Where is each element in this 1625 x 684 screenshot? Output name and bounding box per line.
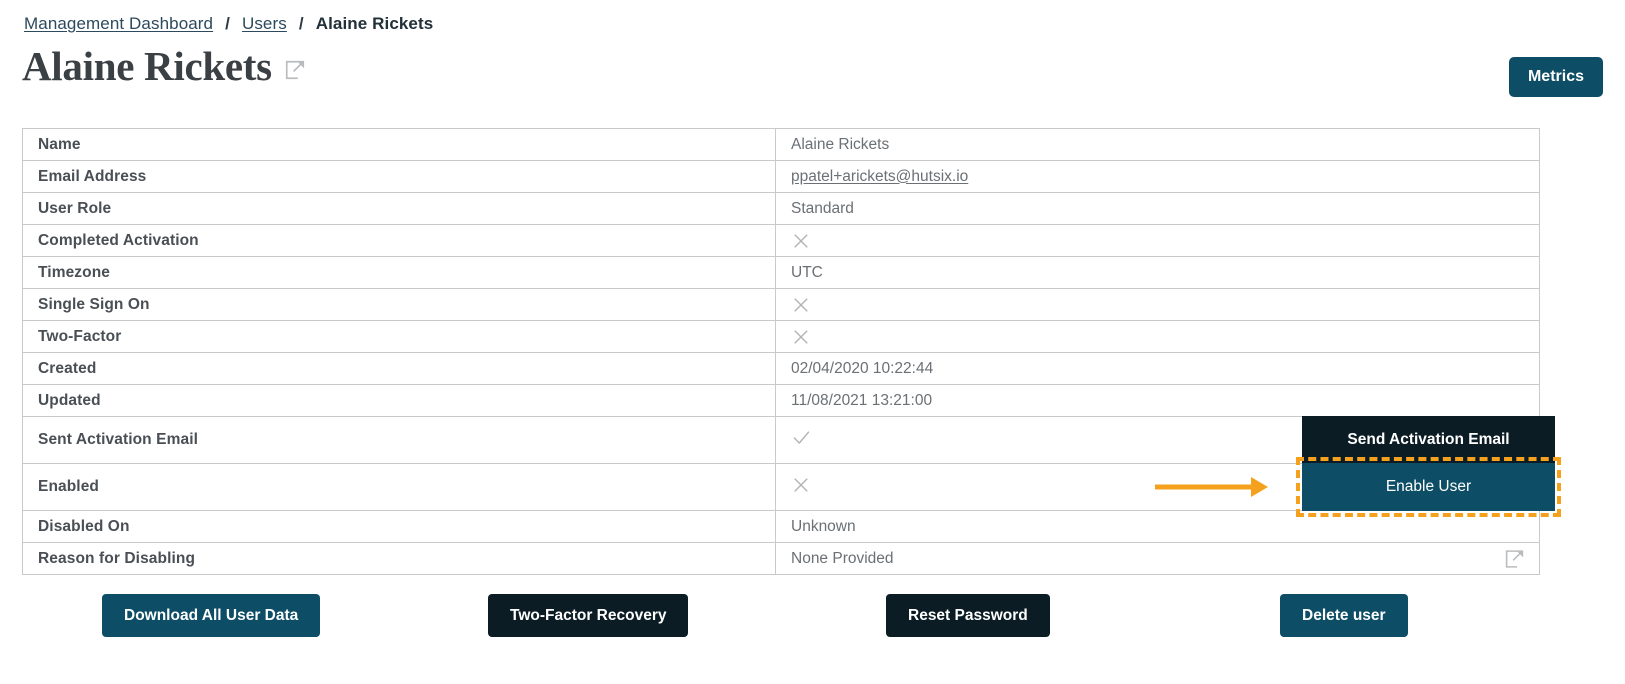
table-row-value: ppatel+arickets@hutsix.io (775, 160, 1540, 193)
user-info-table-body: Name Alaine Rickets Email Address ppatel+ar… (22, 128, 1561, 575)
right-arrow-annotation (1155, 474, 1275, 500)
enable-user-button[interactable]: Enable User (1302, 463, 1555, 511)
table-row-label: Two-Factor (22, 320, 776, 353)
value-text: 02/04/2020 10:22:44 (791, 359, 934, 377)
table-row-value: Enable User (775, 457, 1561, 517)
value-text: UTC (791, 263, 823, 281)
table-row-value: Alaine Rickets (775, 128, 1540, 161)
metrics-button[interactable]: Metrics (1508, 57, 1603, 97)
table-row: Name Alaine Rickets (22, 128, 1540, 161)
user-detail-page: Management Dashboard / Users / Alaine Ricket… (0, 0, 1625, 684)
table-row-label: User Role (22, 192, 776, 225)
table-row: Created 02/04/2020 10:22:44 (22, 352, 1540, 385)
table-row-label: Email Address (22, 160, 776, 193)
table-row-label: Enabled (22, 463, 776, 511)
footer-button-download-all-user-data[interactable]: Download All User Data (102, 594, 321, 637)
footer-button-two-factor-recovery[interactable]: Two-Factor Recovery (488, 594, 689, 637)
table-row-label: Name (22, 128, 776, 161)
table-row-value: Standard (775, 192, 1540, 225)
breadcrumb-item-management-dashboard[interactable]: Management Dashboard (24, 14, 213, 33)
table-row: Single Sign On (22, 288, 1540, 321)
table-row-label: Created (22, 352, 776, 385)
table-row-value (775, 288, 1540, 321)
table-row-label: Completed Activation (22, 224, 776, 257)
value-text: None Provided (791, 549, 894, 567)
value-text: 11/08/2021 13:21:00 (791, 391, 933, 409)
table-row-label: Single Sign On (22, 288, 776, 321)
edit-pencil-icon[interactable] (1504, 548, 1525, 569)
footer-button-reset-password[interactable]: Reset Password (886, 594, 1050, 637)
table-row: Two-Factor (22, 320, 1540, 353)
page-title-row: Alaine Rickets (22, 43, 306, 89)
table-row: Enabled Enable User (22, 457, 1561, 517)
table-row-value: None Provided (775, 542, 1540, 575)
table-row: Updated 11/08/2021 13:21:00 (22, 384, 1540, 417)
table-row-value (775, 224, 1540, 257)
table-row-value: UTC (775, 256, 1540, 289)
breadcrumb: Management Dashboard / Users / Alaine Ricket… (24, 14, 433, 34)
table-row-label: Timezone (22, 256, 776, 289)
check-icon (791, 428, 1041, 453)
cross-icon (791, 231, 811, 251)
page-title: Alaine Rickets (22, 43, 272, 89)
breadcrumb-separator: / (298, 14, 304, 33)
breadcrumb-item-users[interactable]: Users (242, 14, 287, 33)
table-row-value: 11/08/2021 13:21:00 (775, 384, 1540, 417)
table-row-label: Reason for Disabling (22, 542, 776, 575)
table-row: Timezone UTC (22, 256, 1540, 289)
table-row-label: Sent Activation Email (22, 416, 776, 464)
table-row: Disabled On Unknown (22, 510, 1540, 543)
table-row-value: 02/04/2020 10:22:44 (775, 352, 1540, 385)
table-row: User Role Standard (22, 192, 1540, 225)
table-row: Sent Activation Email Send Activation Ema… (22, 416, 1555, 464)
cross-icon (791, 475, 1041, 500)
table-row-value: Send Activation Email (775, 416, 1555, 464)
table-row-label: Disabled On (22, 510, 776, 543)
breadcrumb-item-current: Alaine Rickets (315, 14, 434, 33)
table-row-value (775, 320, 1540, 353)
table-row-label: Updated (22, 384, 776, 417)
footer-actions: Download All User Data Two-Factor Recover… (22, 594, 1540, 644)
value-with-action: Send Activation Email (791, 416, 1555, 464)
table-row: Completed Activation (22, 224, 1540, 257)
breadcrumb-separator: / (225, 14, 230, 33)
footer-button-delete-user[interactable]: Delete user (1280, 594, 1408, 637)
value-text: Standard (791, 199, 854, 217)
edit-pencil-icon[interactable] (284, 59, 306, 81)
value-text: Unknown (791, 517, 856, 535)
cross-icon (791, 295, 811, 315)
table-row: Email Address ppatel+arickets@hutsix.io (22, 160, 1540, 193)
value-text: Alaine Rickets (791, 135, 890, 153)
table-row: Reason for Disabling None Provided (22, 542, 1540, 575)
cross-icon (791, 327, 811, 347)
table-row-value: Unknown (775, 510, 1540, 543)
user-info-table: Name Alaine Rickets Email Address ppatel+ar… (22, 128, 1561, 575)
send-activation-email-button[interactable]: Send Activation Email (1302, 416, 1555, 464)
email-link[interactable]: ppatel+arickets@hutsix.io (791, 168, 968, 185)
value-with-action: Enable User (791, 457, 1561, 517)
